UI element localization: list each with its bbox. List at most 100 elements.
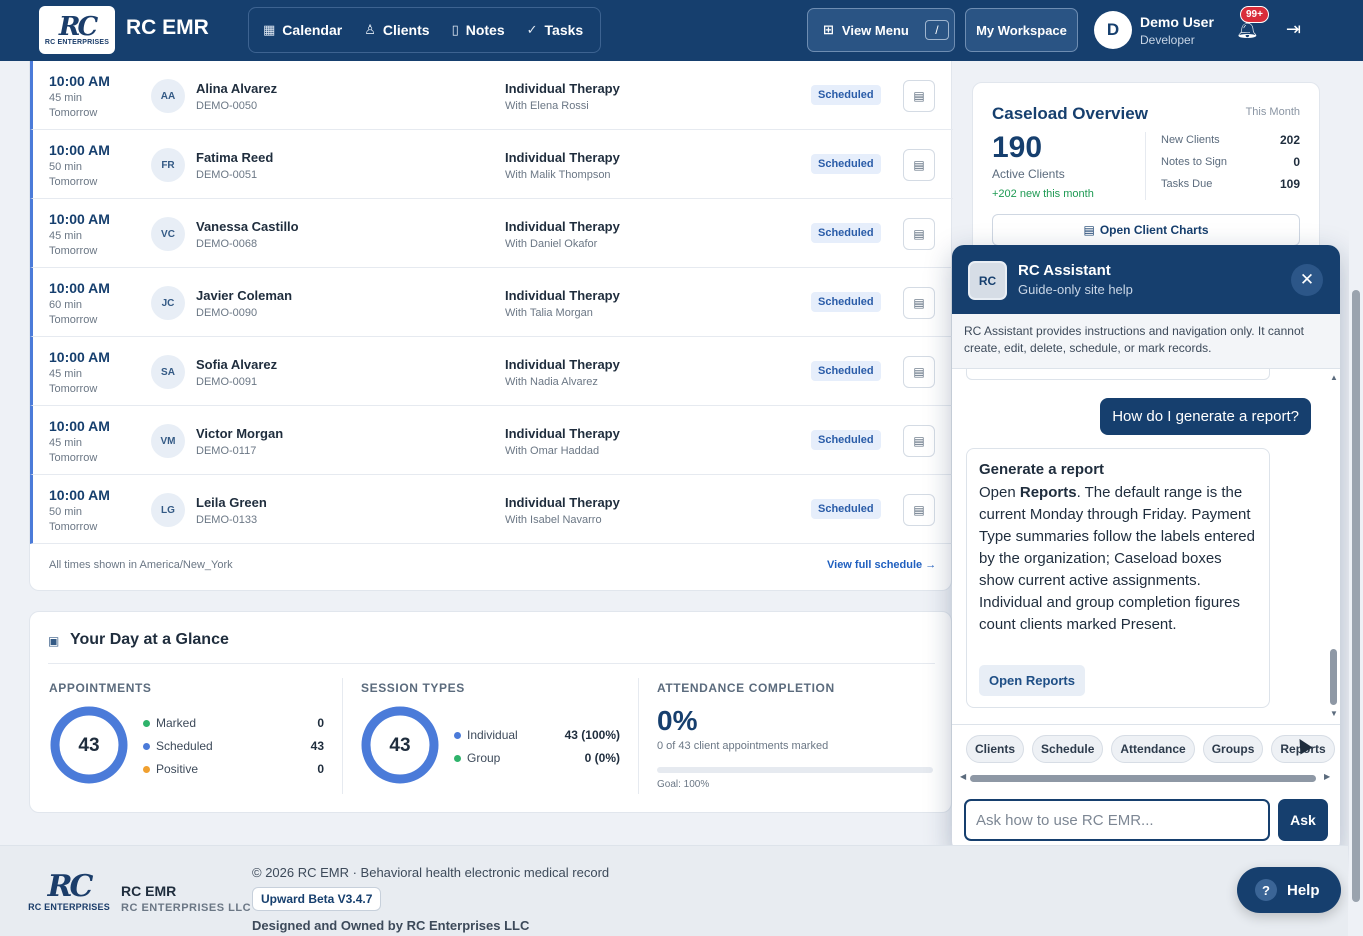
client-name[interactable]: Vanessa Castillo bbox=[196, 219, 299, 234]
scroll-down-icon[interactable]: ▼ bbox=[1330, 709, 1338, 718]
clinician: With Isabel Navarro bbox=[505, 514, 602, 526]
help-button[interactable]: ? Help bbox=[1237, 867, 1341, 913]
session-type: Individual Therapy bbox=[505, 426, 620, 441]
scrollbar-thumb[interactable] bbox=[1352, 290, 1360, 902]
assistant-input[interactable] bbox=[964, 799, 1270, 841]
appointment-duration: 45 min bbox=[49, 92, 83, 104]
client-name[interactable]: Javier Coleman bbox=[196, 288, 292, 303]
user-message: How do I generate a report? bbox=[1100, 398, 1311, 435]
conversation-scrollbar[interactable]: ▲ ▼ bbox=[1328, 369, 1340, 724]
suggestion-chip[interactable]: Groups bbox=[1202, 735, 1264, 763]
note-icon: ▤ bbox=[913, 158, 925, 172]
avatar: JC bbox=[151, 286, 185, 320]
appointment-day: Tomorrow bbox=[49, 314, 98, 326]
suggestion-chip[interactable]: Attendance bbox=[1111, 735, 1195, 763]
legend-dot bbox=[143, 742, 150, 750]
open-note-button[interactable]: ▤ bbox=[903, 149, 935, 181]
session-type: Individual Therapy bbox=[505, 357, 620, 372]
status-badge: Scheduled bbox=[811, 361, 881, 381]
appointment-day: Tomorrow bbox=[49, 245, 98, 257]
table-row[interactable]: 10:00 AM 50 min Tomorrow LG Leila Green DEMO-… bbox=[30, 475, 953, 544]
open-note-button[interactable]: ▤ bbox=[903, 287, 935, 319]
scroll-left-icon[interactable]: ◀ bbox=[960, 772, 966, 781]
assistant-logo: RC bbox=[968, 261, 1007, 300]
logo-text: RC ENTERPRISES bbox=[28, 902, 110, 912]
open-client-charts-button[interactable]: ▤ Open Client Charts bbox=[992, 214, 1300, 246]
app-brand[interactable]: RC EMR bbox=[126, 16, 209, 40]
active-clients-label: Active Clients bbox=[992, 167, 1065, 181]
legend-value: 43 bbox=[310, 739, 324, 753]
scroll-up-icon[interactable]: ▲ bbox=[1330, 373, 1338, 382]
view-full-schedule-link[interactable]: View full schedule → bbox=[827, 559, 936, 571]
nav-tasks-label: Tasks bbox=[544, 22, 584, 38]
avatar: AA bbox=[151, 79, 185, 113]
status-badge: Scheduled bbox=[811, 292, 881, 312]
legend-dot bbox=[143, 765, 150, 773]
client-name[interactable]: Fatima Reed bbox=[196, 150, 273, 165]
nav-calendar[interactable]: ▦ Calendar bbox=[263, 22, 342, 38]
legend-label: Individual bbox=[467, 728, 518, 742]
view-menu-button[interactable]: ⊞ View Menu / bbox=[807, 8, 955, 52]
footer: RC RC ENTERPRISES RC EMR RC ENTERPRISES … bbox=[0, 845, 1348, 936]
document-icon: ▯ bbox=[451, 22, 459, 37]
timezone-note: All times shown in America/New_York bbox=[49, 559, 233, 571]
table-row[interactable]: 10:00 AM 50 min Tomorrow FR Fatima Reed DEMO-… bbox=[30, 130, 953, 199]
nav-tasks[interactable]: ✓ Tasks bbox=[527, 22, 584, 38]
appointments-total: 43 bbox=[78, 735, 100, 756]
client-name[interactable]: Sofia Alvarez bbox=[196, 357, 277, 372]
open-note-button[interactable]: ▤ bbox=[903, 425, 935, 457]
caseload-title: Caseload Overview bbox=[992, 104, 1148, 123]
user-avatar[interactable]: D bbox=[1094, 11, 1132, 49]
dashboard-icon: ▣ bbox=[48, 634, 60, 648]
table-row[interactable]: 10:00 AM 60 min Tomorrow JC Javier Coleman DE… bbox=[30, 268, 953, 337]
table-row[interactable]: 10:00 AM 45 min Tomorrow VC Vanessa Castillo… bbox=[30, 199, 953, 268]
ask-button[interactable]: Ask bbox=[1278, 799, 1328, 841]
scroll-right-icon[interactable]: ▶ bbox=[1324, 772, 1330, 781]
nav-clients[interactable]: ♙ Clients bbox=[364, 22, 429, 38]
suggestion-chip[interactable]: Clients bbox=[966, 735, 1025, 763]
appointment-day: Tomorrow bbox=[49, 176, 98, 188]
reply-text-bold: Reports bbox=[1019, 484, 1077, 501]
page-scrollbar[interactable] bbox=[1349, 61, 1363, 936]
open-note-button[interactable]: ▤ bbox=[903, 494, 935, 526]
assistant-conversation[interactable]: How do I generate a report? Generate a r… bbox=[952, 369, 1340, 724]
nav-notes[interactable]: ▯ Notes bbox=[452, 22, 505, 38]
divider bbox=[342, 678, 343, 794]
my-workspace-button[interactable]: My Workspace bbox=[965, 8, 1078, 52]
chips-scrollbar[interactable]: ◀ ▶ bbox=[960, 772, 1330, 783]
legend-item: Marked bbox=[143, 716, 196, 730]
attendance-goal: Goal: 100% bbox=[657, 779, 710, 790]
open-note-button[interactable]: ▤ bbox=[903, 218, 935, 250]
close-icon[interactable]: ✕ bbox=[1291, 264, 1323, 296]
legend-value: 0 (0%) bbox=[584, 751, 620, 765]
logout-icon[interactable]: ⇥ bbox=[1286, 19, 1301, 40]
session-type: Individual Therapy bbox=[505, 495, 620, 510]
app-logo[interactable]: RC RC ENTERPRISES bbox=[39, 6, 115, 54]
open-client-charts-label: Open Client Charts bbox=[1099, 223, 1209, 237]
client-name[interactable]: Victor Morgan bbox=[196, 426, 283, 441]
open-note-button[interactable]: ▤ bbox=[903, 80, 935, 112]
table-row[interactable]: 10:00 AM 45 min Tomorrow VM Victor Morgan DEM… bbox=[30, 406, 953, 475]
scrollbar-thumb[interactable] bbox=[970, 775, 1316, 782]
open-note-button[interactable]: ▤ bbox=[903, 356, 935, 388]
grid-icon: ⊞ bbox=[823, 22, 834, 37]
reply-text-part: . The default range is the current Monda… bbox=[979, 484, 1255, 633]
table-row[interactable]: 10:00 AM 45 min Tomorrow SA Sofia Alvarez DEM… bbox=[30, 337, 953, 406]
client-name[interactable]: Leila Green bbox=[196, 495, 267, 510]
open-reports-button[interactable]: Open Reports bbox=[979, 665, 1085, 696]
table-row[interactable]: 10:00 AM 45 min Tomorrow AA Alina Alvarez DEM… bbox=[30, 61, 953, 130]
client-name[interactable]: Alina Alvarez bbox=[196, 81, 277, 96]
stat-new-clients-value: 202 bbox=[1279, 133, 1300, 147]
clinician: With Nadia Alvarez bbox=[505, 376, 598, 388]
legend-label: Scheduled bbox=[156, 739, 213, 753]
appointment-duration: 45 min bbox=[49, 368, 83, 380]
avatar: SA bbox=[151, 355, 185, 389]
appointment-day: Tomorrow bbox=[49, 383, 98, 395]
legend-value: 0 bbox=[317, 716, 324, 730]
scrollbar-thumb[interactable] bbox=[1330, 649, 1337, 705]
divider bbox=[638, 678, 639, 794]
footer-logo: RC RC ENTERPRISES bbox=[26, 872, 112, 920]
caseload-period: This Month bbox=[1245, 106, 1300, 118]
suggestion-chip[interactable]: Schedule bbox=[1032, 735, 1104, 763]
footer-copyright: © 2026 RC EMR · Behavioral health electr… bbox=[252, 865, 610, 880]
